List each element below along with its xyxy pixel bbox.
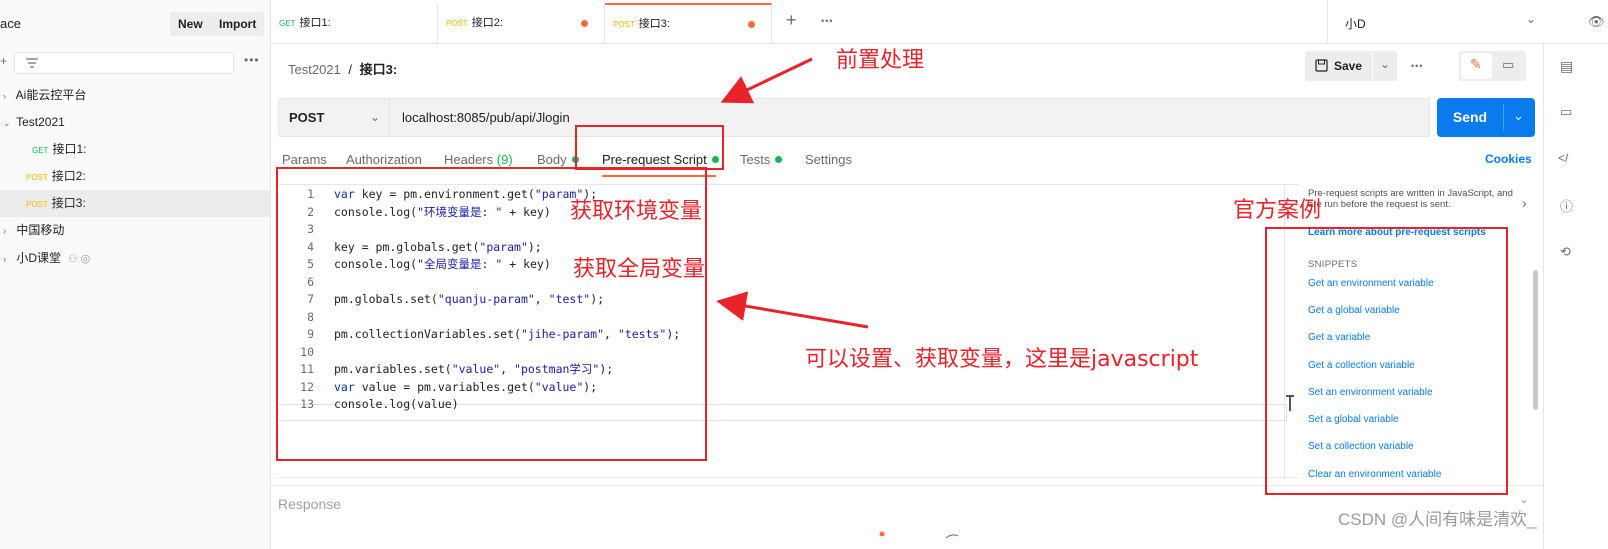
annotation-get-env: 获取环境变量: [570, 199, 703, 224]
annotation-box-snippets: [1265, 227, 1508, 495]
watermark: CSDN @人间有味是清欢_: [1338, 510, 1537, 529]
annotation-arrow: [720, 57, 813, 104]
annotation-official: 官方案例: [1233, 198, 1322, 223]
annotation-box-script-tab: [575, 125, 724, 170]
annotation-get-global: 获取全局变量: [573, 257, 706, 282]
annotation-set-get: 可以设置、获取变量，这里是javascript: [805, 347, 1199, 372]
annotation-preprocess: 前置处理: [836, 48, 925, 73]
annotation-arrow: [716, 291, 869, 329]
